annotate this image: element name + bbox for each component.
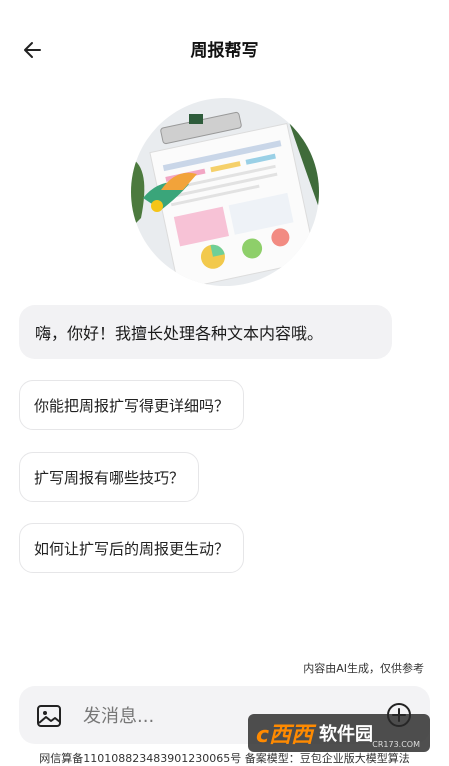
header: 周报帮写	[0, 0, 449, 100]
watermark-sub: CR173.COM	[372, 740, 420, 749]
suggestion-chip[interactable]: 如何让扩写后的周报更生动？	[19, 523, 245, 573]
watermark-logo: c西西	[256, 723, 314, 748]
page-title: 周报帮写	[190, 41, 259, 61]
ai-disclaimer: 内容由AI生成，仅供参考	[303, 662, 424, 675]
assistant-avatar	[131, 98, 319, 286]
image-icon	[37, 705, 61, 727]
suggestion-chip[interactable]: 扩写周报有哪些技巧？	[19, 452, 200, 502]
suggestion-chip[interactable]: 你能把周报扩写得更详细吗？	[19, 380, 245, 430]
watermark-name: 软件园	[319, 724, 374, 745]
image-upload-button[interactable]	[35, 702, 63, 730]
site-watermark: c西西 软件园 CR173.COM	[248, 714, 430, 752]
greeting-message: 嗨，你好！我擅长处理各种文本内容哦。	[19, 305, 392, 359]
filing-footer: 网信算备110108823483901230065号 备案模型：豆包企业版大模型…	[39, 752, 410, 765]
